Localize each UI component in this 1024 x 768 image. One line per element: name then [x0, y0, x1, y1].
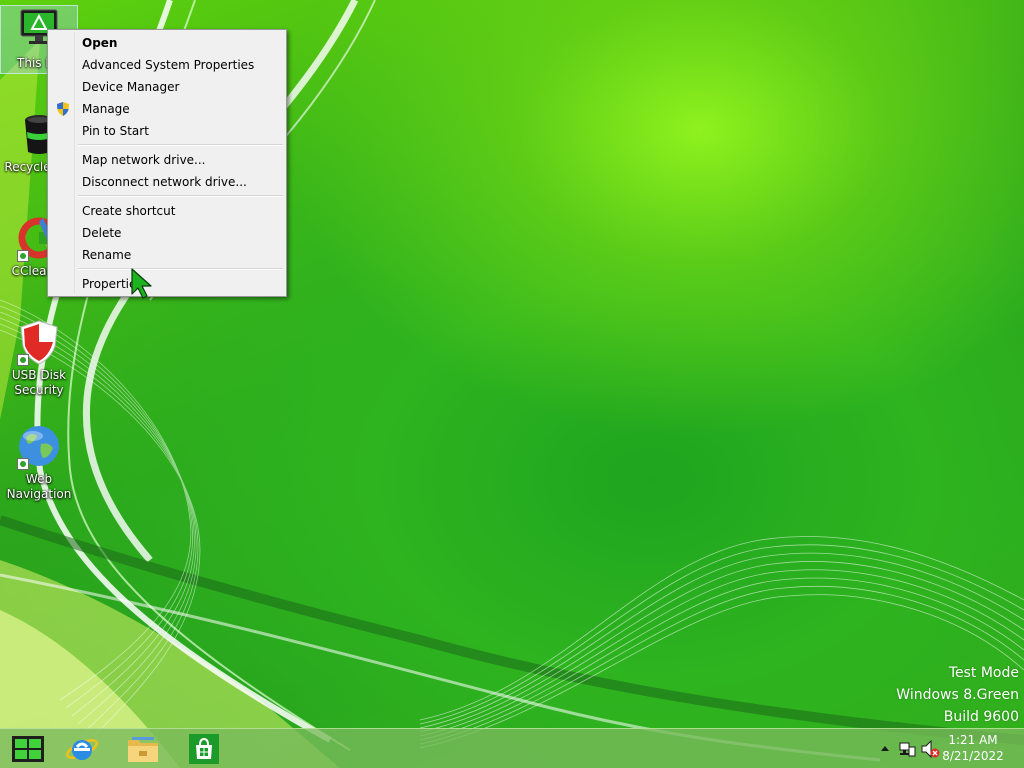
menu-item-map-network-drive[interactable]: Map network drive...: [50, 149, 284, 171]
watermark-test-mode: Test Mode: [948, 665, 1019, 681]
context-menu: Open Advanced System Properties Device M…: [47, 29, 287, 297]
uac-shield-icon: [57, 102, 69, 116]
menu-item-label: Manage: [82, 102, 130, 116]
menu-separator: [78, 268, 283, 270]
shortcut-arrow-icon: [17, 250, 29, 262]
menu-item-create-shortcut[interactable]: Create shortcut: [50, 200, 284, 222]
watermark-build: Build 9600: [943, 709, 1019, 725]
shortcut-arrow-icon: [17, 458, 29, 470]
clock-date: 8/21/2022: [942, 749, 1004, 763]
menu-item-disconnect-network-drive[interactable]: Disconnect network drive...: [50, 171, 284, 193]
start-button[interactable]: [0, 729, 56, 768]
chevron-up-icon: [881, 746, 889, 751]
start-logo-icon: [12, 735, 44, 762]
menu-item-advanced-system-properties[interactable]: Advanced System Properties: [50, 54, 284, 76]
mouse-cursor-icon: [131, 268, 152, 299]
taskbar-clock[interactable]: 1:21 AM 8/21/2022: [938, 732, 1008, 764]
store-icon: [189, 733, 219, 764]
desktop-icon-web-navigation[interactable]: Web Navigation: [1, 422, 77, 502]
menu-item-pin-to-start[interactable]: Pin to Start: [50, 120, 284, 142]
globe-icon: [15, 422, 63, 470]
menu-separator: [78, 195, 283, 197]
taskbar-file-explorer[interactable]: [115, 729, 171, 768]
menu-item-manage[interactable]: Manage: [50, 98, 284, 120]
network-tray-button[interactable]: [897, 729, 917, 768]
menu-item-rename[interactable]: Rename: [50, 244, 284, 266]
file-explorer-icon: [128, 736, 158, 762]
desktop-icon-label: Web Navigation: [6, 472, 72, 501]
desktop-icon-usb-disk-security[interactable]: USB Disk Security: [1, 318, 77, 398]
shortcut-arrow-icon: [17, 354, 29, 366]
clock-time: 1:21 AM: [948, 733, 998, 747]
desktop-icon-label: USB Disk Security: [11, 368, 67, 397]
desktop[interactable]: This PC Recycle Bin CCleaner USB Disk Se…: [0, 0, 1024, 768]
network-icon: [899, 742, 916, 757]
shield-cross-icon: [15, 318, 63, 366]
watermark-edition: Windows 8.Green: [896, 687, 1019, 703]
taskbar: 1:21 AM 8/21/2022: [0, 728, 1024, 768]
menu-item-delete[interactable]: Delete: [50, 222, 284, 244]
volume-muted-icon: [921, 739, 940, 759]
internet-explorer-icon: [66, 738, 98, 760]
system-tray: 1:21 AM 8/21/2022: [864, 729, 1024, 768]
menu-separator: [78, 144, 283, 146]
menu-item-open[interactable]: Open: [50, 32, 284, 54]
desktop-watermark: Test Mode Windows 8.Green Build 9600: [896, 662, 1019, 728]
volume-tray-button[interactable]: [920, 729, 940, 768]
menu-item-properties[interactable]: Properties: [50, 273, 284, 295]
taskbar-store[interactable]: [176, 729, 232, 768]
menu-item-device-manager[interactable]: Device Manager: [50, 76, 284, 98]
show-hidden-icons-button[interactable]: [876, 729, 894, 768]
taskbar-internet-explorer[interactable]: [54, 729, 110, 768]
